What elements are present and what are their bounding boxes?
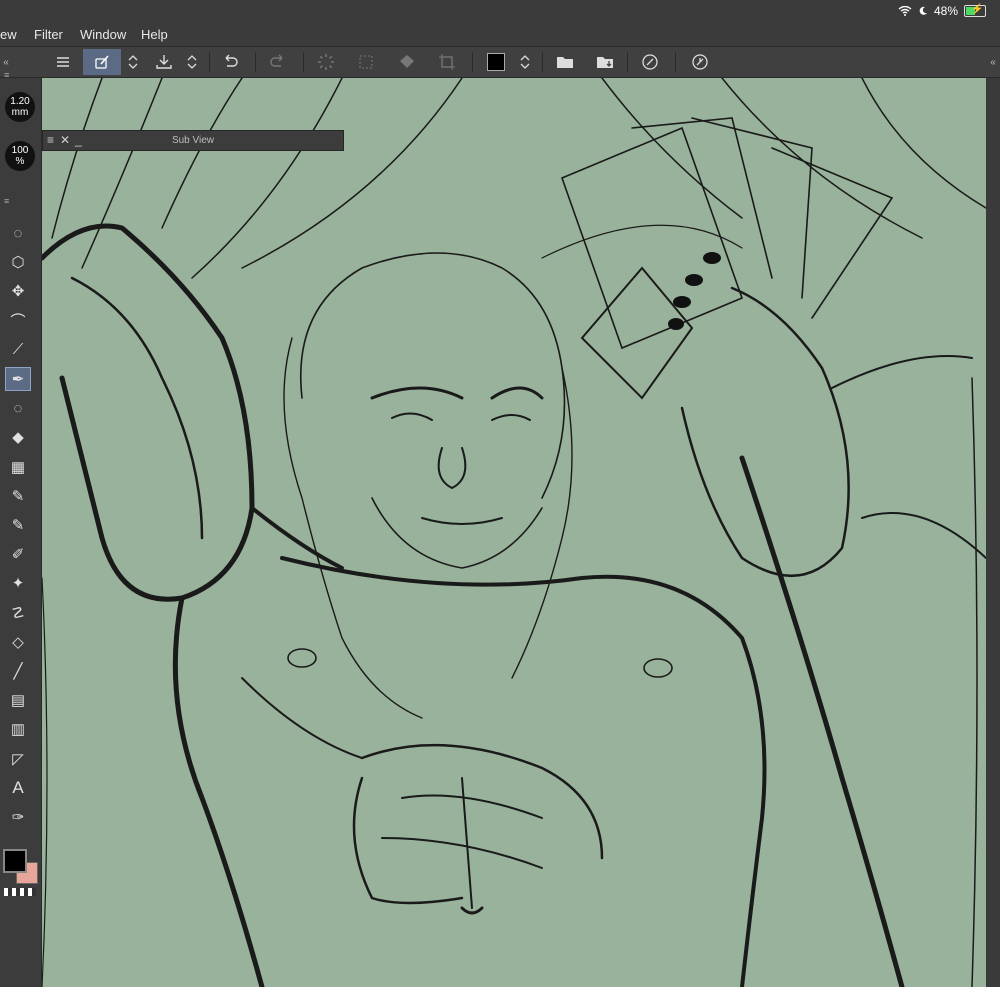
layer-icon[interactable]: ▥	[5, 717, 31, 741]
eyedropper-icon[interactable]: ⟋	[5, 338, 31, 362]
correction-icon[interactable]: ✑	[5, 805, 31, 829]
menu-window[interactable]: Window	[80, 27, 126, 42]
sub-view-title: Sub View	[171, 135, 215, 146]
lasso-fill-icon[interactable]: ◌	[5, 396, 31, 420]
grid-icon[interactable]: ▦	[5, 455, 31, 479]
ruler-icon[interactable]: ◸	[5, 747, 31, 771]
right-panel-edge	[986, 78, 1000, 987]
drawing-canvas[interactable]	[42, 78, 986, 987]
opacity-unit: %	[15, 156, 25, 167]
collapse-right-icon[interactable]: «	[986, 49, 1000, 75]
reference-icon[interactable]	[636, 49, 664, 75]
menu-help[interactable]: Help	[141, 27, 168, 42]
brush-layer-icon[interactable]	[83, 49, 121, 75]
lasso-selection-icon[interactable]: ⌒	[5, 309, 31, 333]
brush-size-button[interactable]: 1.20 mm	[5, 92, 35, 122]
undo-icon[interactable]	[216, 49, 244, 75]
gradient-icon[interactable]: ▤	[5, 688, 31, 712]
reference-alt-icon[interactable]	[686, 49, 714, 75]
menu-bar: ew Filter Window Help 48% ⚡	[0, 0, 1000, 46]
import-icon[interactable]	[150, 49, 178, 75]
brush-size-value: 1.20	[10, 96, 30, 107]
lasso-icon[interactable]: ◌	[5, 221, 31, 245]
cube-icon[interactable]: ⬡	[5, 250, 31, 274]
grip-icon: ≡	[4, 70, 10, 80]
sparkle-icon[interactable]: ✦	[5, 571, 31, 595]
up-down-icon[interactable]	[516, 49, 534, 75]
menu-view[interactable]: ew	[0, 27, 17, 42]
eraser-icon[interactable]: ◇	[5, 630, 31, 654]
grip-icon: ≡	[4, 196, 10, 206]
opacity-value: 100	[11, 145, 29, 156]
brush-size-unit: mm	[11, 107, 29, 118]
marker-icon[interactable]: ✐	[5, 542, 31, 566]
battery-percent: 48%	[933, 4, 958, 18]
transform-icon[interactable]	[352, 49, 380, 75]
opacity-button[interactable]: 100 %	[5, 141, 35, 171]
color-swatch	[487, 53, 505, 71]
battery-icon: ⚡	[964, 4, 986, 17]
pen-icon[interactable]: ✒	[5, 367, 31, 391]
status-bar: 48% ⚡	[898, 4, 986, 18]
menu-filter[interactable]: Filter	[34, 27, 63, 42]
color-swatch-button[interactable]	[483, 49, 509, 75]
move-icon[interactable]: ✥	[5, 279, 31, 303]
blend-icon[interactable]: ☡	[5, 601, 31, 625]
main-color-swatch[interactable]	[3, 849, 27, 873]
moon-icon	[919, 6, 927, 15]
crop-icon[interactable]	[433, 49, 461, 75]
up-down-icon[interactable]	[124, 49, 142, 75]
text-icon[interactable]: A	[5, 776, 31, 800]
menu-icon[interactable]	[50, 49, 76, 75]
wifi-icon	[898, 6, 912, 16]
fill-icon[interactable]	[393, 49, 421, 75]
pen-nib-icon[interactable]: ✎	[5, 484, 31, 508]
open-folder-icon[interactable]	[551, 49, 579, 75]
sub-view-panel[interactable]: ≡ ✕ _ Sub View	[42, 130, 344, 151]
save-folder-icon[interactable]	[591, 49, 619, 75]
command-bar: « «	[0, 46, 1000, 78]
loading-icon[interactable]	[312, 49, 340, 75]
sketch-artwork	[42, 78, 986, 987]
tool-rail: ≡ 1.20 mm 100 % ≡ ◌ ⬡ ✥ ⌒ ⟋ ✒ ◌ ◆ ▦ ✎ ✎ ✐ ✦ ☡ ◇ ╱ ▤ ▥ ◸ A ✑	[0, 70, 42, 987]
airbrush-icon[interactable]: ◆	[5, 425, 31, 449]
up-down-icon[interactable]	[183, 49, 201, 75]
pencil-icon[interactable]: ✎	[5, 513, 31, 537]
transparent-color-swatch[interactable]	[4, 888, 36, 896]
line-icon[interactable]: ╱	[5, 659, 31, 683]
redo-icon[interactable]	[264, 49, 292, 75]
